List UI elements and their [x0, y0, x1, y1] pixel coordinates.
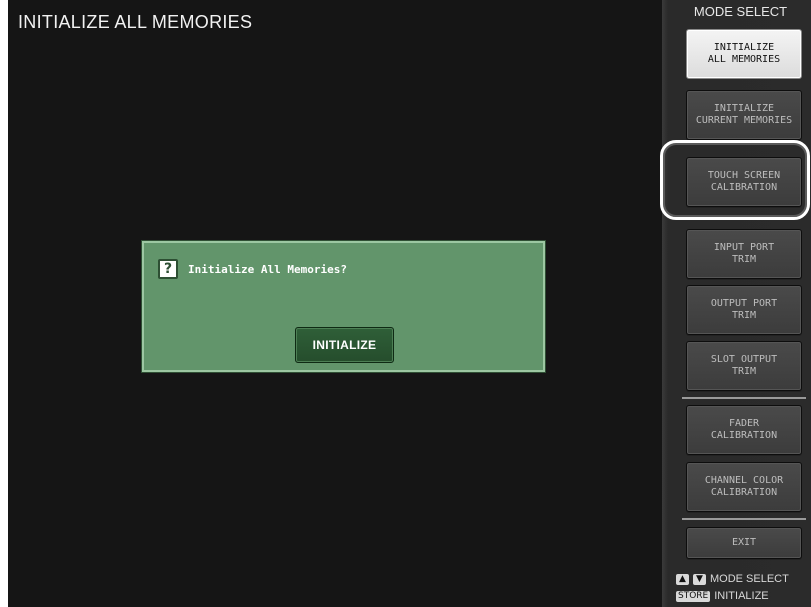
legend-initialize-text: INITIALIZE: [714, 590, 769, 602]
up-arrow-icon: ▲: [676, 573, 689, 585]
initialize-button[interactable]: INITIALIZE: [295, 327, 394, 363]
mode-select-header: MODE SELECT: [693, 4, 788, 19]
fader-calibration-button[interactable]: FADER CALIBRATION: [686, 405, 802, 455]
page-title: INITIALIZE ALL MEMORIES: [18, 12, 253, 32]
highlight-ring: [660, 140, 810, 220]
legend-mode-select-text: MODE SELECT: [710, 573, 789, 585]
confirm-dialog: ? Initialize All Memories? INITIALIZE: [142, 241, 545, 372]
initialize-all-memories-button[interactable]: INITIALIZE ALL MEMORIES: [686, 29, 802, 79]
exit-button[interactable]: EXIT: [686, 527, 802, 559]
mode-select-panel: MODE SELECT INITIALIZE ALL MEMORIES INIT…: [662, 0, 811, 607]
down-arrow-icon: ▼: [693, 573, 706, 585]
channel-color-calibration-button[interactable]: CHANNEL COLOR CALIBRATION: [686, 462, 802, 512]
input-port-trim-button[interactable]: INPUT PORT TRIM: [686, 229, 802, 279]
output-port-trim-button[interactable]: OUTPUT PORT TRIM: [686, 285, 802, 335]
store-key: STORE: [676, 590, 711, 602]
dialog-message: Initialize All Memories?: [188, 263, 347, 276]
question-icon: ?: [158, 259, 178, 279]
legend-store: STORE INITIALIZE: [676, 590, 769, 602]
initialize-current-memories-button[interactable]: INITIALIZE CURRENT MEMORIES: [686, 90, 802, 140]
legend-mode-select: ▲ ▼ MODE SELECT: [676, 573, 789, 585]
divider: [682, 397, 806, 399]
slot-output-trim-button[interactable]: SLOT OUTPUT TRIM: [686, 341, 802, 391]
divider: [682, 518, 806, 520]
